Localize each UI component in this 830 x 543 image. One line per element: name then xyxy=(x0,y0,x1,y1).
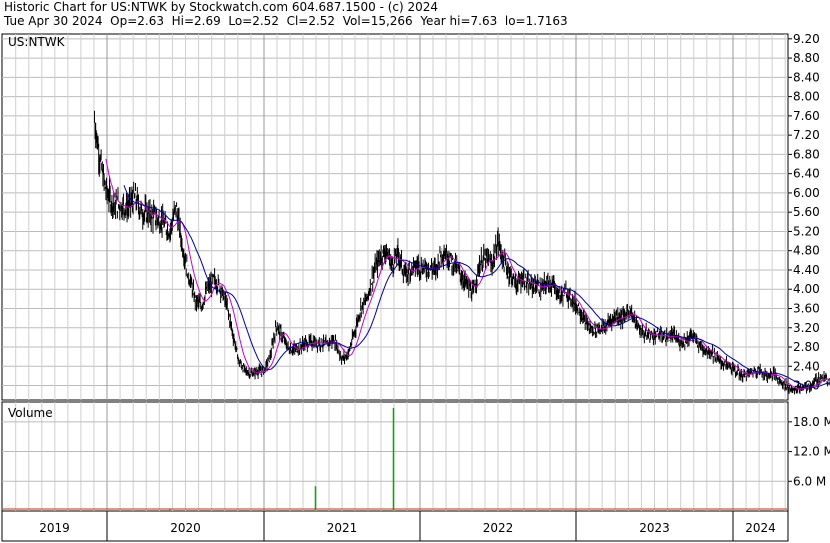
volume-panel-title: Volume xyxy=(8,406,53,420)
volume-tick-label: 18.0 M xyxy=(793,415,830,429)
price-tick-label: 6.40 xyxy=(793,167,820,181)
price-tick-label: 4.80 xyxy=(793,244,820,258)
price-tick-label: 4.00 xyxy=(793,282,820,296)
year-tick-label: 2021 xyxy=(327,521,358,535)
price-tick-label: 2.40 xyxy=(793,359,820,373)
price-tick-label: 5.60 xyxy=(793,205,820,219)
price-panel-title: US:NTWK xyxy=(8,35,66,49)
date-axis-frame xyxy=(1,510,789,542)
year-tick-label: 2023 xyxy=(639,521,670,535)
price-tick-label: 8.00 xyxy=(793,90,820,104)
price-tick-label: 7.60 xyxy=(793,109,820,123)
price-tick-label: 7.20 xyxy=(793,128,820,142)
year-tick-label: 2020 xyxy=(170,521,201,535)
price-tick-label: 8.40 xyxy=(793,70,820,84)
price-tick-label: 8.80 xyxy=(793,51,820,65)
price-tick-label: 3.60 xyxy=(793,302,820,316)
price-tick-label: 3.20 xyxy=(793,321,820,335)
year-tick-label: 2019 xyxy=(39,521,70,535)
year-tick-label: 2022 xyxy=(483,521,514,535)
year-tick-label: 2024 xyxy=(745,521,776,535)
price-tick-label: 2.80 xyxy=(793,340,820,354)
price-tick-label: 5.20 xyxy=(793,224,820,238)
price-tick-label: 6.80 xyxy=(793,147,820,161)
volume-tick-label: 6.0 M xyxy=(793,474,826,488)
price-tick-label: 6.00 xyxy=(793,186,820,200)
price-tick-label: 9.20 xyxy=(793,32,820,46)
price-tick-label: 4.40 xyxy=(793,263,820,277)
volume-tick-label: 12.0 M xyxy=(793,445,830,459)
stock-chart: 9.20 8.80 8.40 8.00 7.60 7.20 6.80 6.40 6.00 5.60… xyxy=(1,32,830,542)
